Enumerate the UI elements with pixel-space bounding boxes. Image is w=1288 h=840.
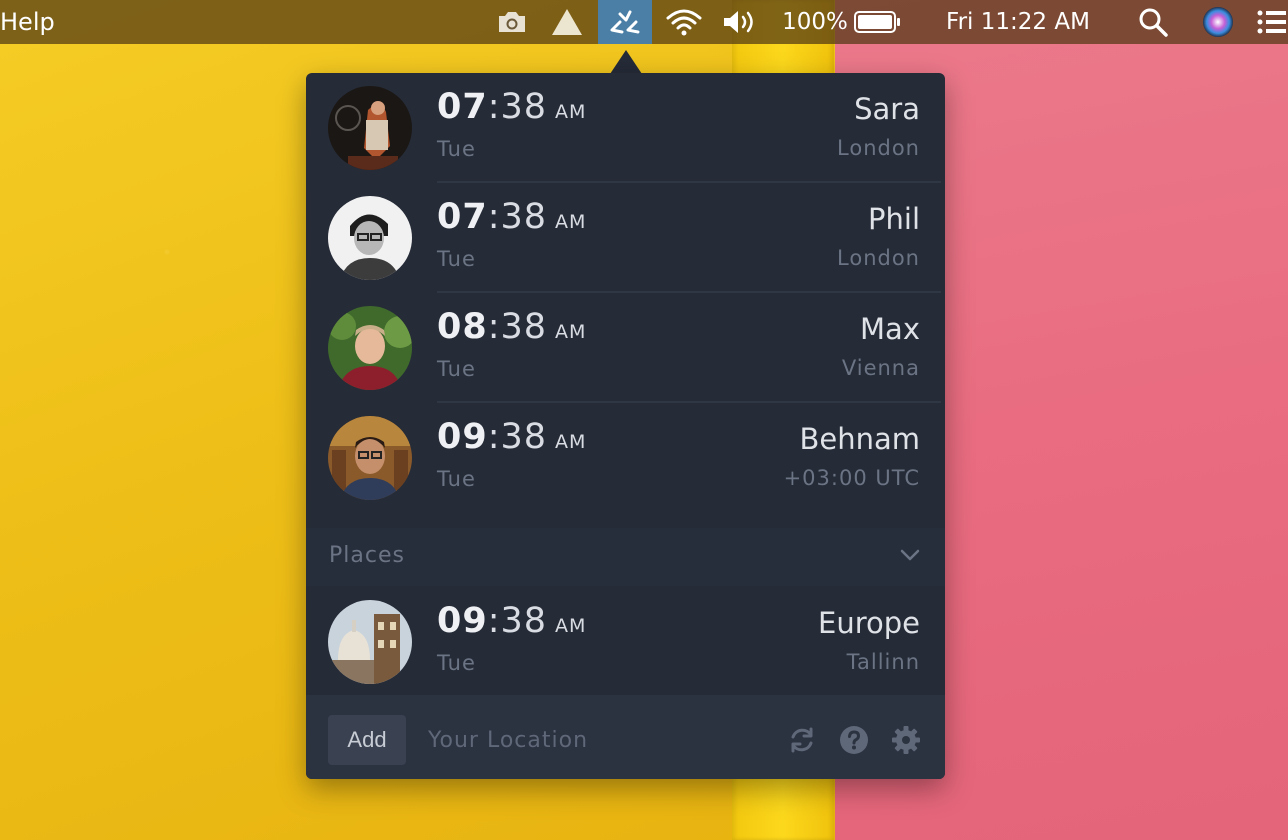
local-time: 09:38 AM <box>437 417 586 457</box>
avatar <box>328 600 412 684</box>
time-hour: 07 <box>437 87 488 127</box>
time-hour: 09 <box>437 601 488 641</box>
time-minute: :38 <box>487 307 548 347</box>
local-time: 08:38 AM <box>437 307 586 347</box>
camera-icon[interactable] <box>494 0 530 44</box>
avatar <box>328 86 412 170</box>
help-icon[interactable] <box>838 724 870 756</box>
place-row-tallinn[interactable]: 09:38 AM Tue Europe Tallinn <box>306 587 945 697</box>
time-hour: 08 <box>437 307 488 347</box>
person-name: Max <box>860 312 920 346</box>
time-ampm: AM <box>555 615 587 637</box>
place-region: Europe <box>818 606 920 640</box>
person-row-behnam[interactable]: 09:38 AM Tue Behnam +03:00 UTC <box>306 403 945 513</box>
avatar <box>328 416 412 500</box>
time-ampm: AM <box>555 431 587 453</box>
battery-percentage-label: 100% <box>782 9 848 35</box>
popover-footer: Add <box>306 695 945 779</box>
places-section-header[interactable]: Places <box>306 528 945 586</box>
chevron-down-icon[interactable] <box>899 547 921 566</box>
menu-bar: Help 100% Fri 11:22 AM <box>0 0 1288 44</box>
add-button[interactable]: Add <box>328 715 406 765</box>
gear-icon[interactable] <box>890 724 922 756</box>
person-name: Behnam <box>799 422 920 456</box>
day-label: Tue <box>437 137 476 161</box>
popover-arrow <box>610 50 642 74</box>
local-time: 09:38 AM <box>437 601 586 641</box>
time-ampm: AM <box>555 211 587 233</box>
time-minute: :38 <box>487 417 548 457</box>
person-name: Phil <box>868 202 920 236</box>
time-hour: 09 <box>437 417 488 457</box>
timezone-app-icon[interactable] <box>598 0 652 44</box>
time-ampm: AM <box>555 321 587 343</box>
time-minute: :38 <box>487 601 548 641</box>
time-minute: :38 <box>487 197 548 237</box>
person-row-phil[interactable]: 07:38 AM Tue Phil London <box>306 183 945 293</box>
time-minute: :38 <box>487 87 548 127</box>
avatar <box>328 196 412 280</box>
day-label: Tue <box>437 651 476 675</box>
siri-icon[interactable] <box>1198 0 1238 44</box>
clock-label: Fri 11:22 AM <box>946 9 1090 35</box>
day-label: Tue <box>437 467 476 491</box>
local-time: 07:38 AM <box>437 87 586 127</box>
wifi-icon[interactable] <box>662 0 706 44</box>
avatar <box>328 306 412 390</box>
person-location: London <box>837 246 920 270</box>
time-hour: 07 <box>437 197 488 237</box>
local-time: 07:38 AM <box>437 197 586 237</box>
day-label: Tue <box>437 357 476 381</box>
battery-icon[interactable] <box>852 0 904 44</box>
time-ampm: AM <box>555 101 587 123</box>
place-city: Tallinn <box>846 650 920 674</box>
menu-help[interactable]: Help <box>0 0 55 44</box>
person-location: Vienna <box>841 356 920 380</box>
places-section-label: Places <box>329 543 405 568</box>
volume-icon[interactable] <box>718 0 762 44</box>
notification-center-icon[interactable] <box>1254 0 1288 44</box>
person-row-sara[interactable]: 07:38 AM Tue Sara London <box>306 73 945 183</box>
battery-percentage[interactable]: 100% <box>782 0 848 44</box>
refresh-icon[interactable] <box>786 724 818 756</box>
day-label: Tue <box>437 247 476 271</box>
menubar-clock[interactable]: Fri 11:22 AM <box>934 0 1102 44</box>
person-name: Sara <box>854 92 920 126</box>
spotlight-search-icon[interactable] <box>1134 0 1172 44</box>
warning-triangle-icon[interactable] <box>548 0 586 44</box>
timezone-popover: 07:38 AM Tue Sara London 07:38 AM Tue Phil… <box>306 73 945 779</box>
person-location: +03:00 UTC <box>783 466 920 490</box>
person-row-max[interactable]: 08:38 AM Tue Max Vienna <box>306 293 945 403</box>
person-location: London <box>837 136 920 160</box>
location-input[interactable] <box>428 715 768 765</box>
